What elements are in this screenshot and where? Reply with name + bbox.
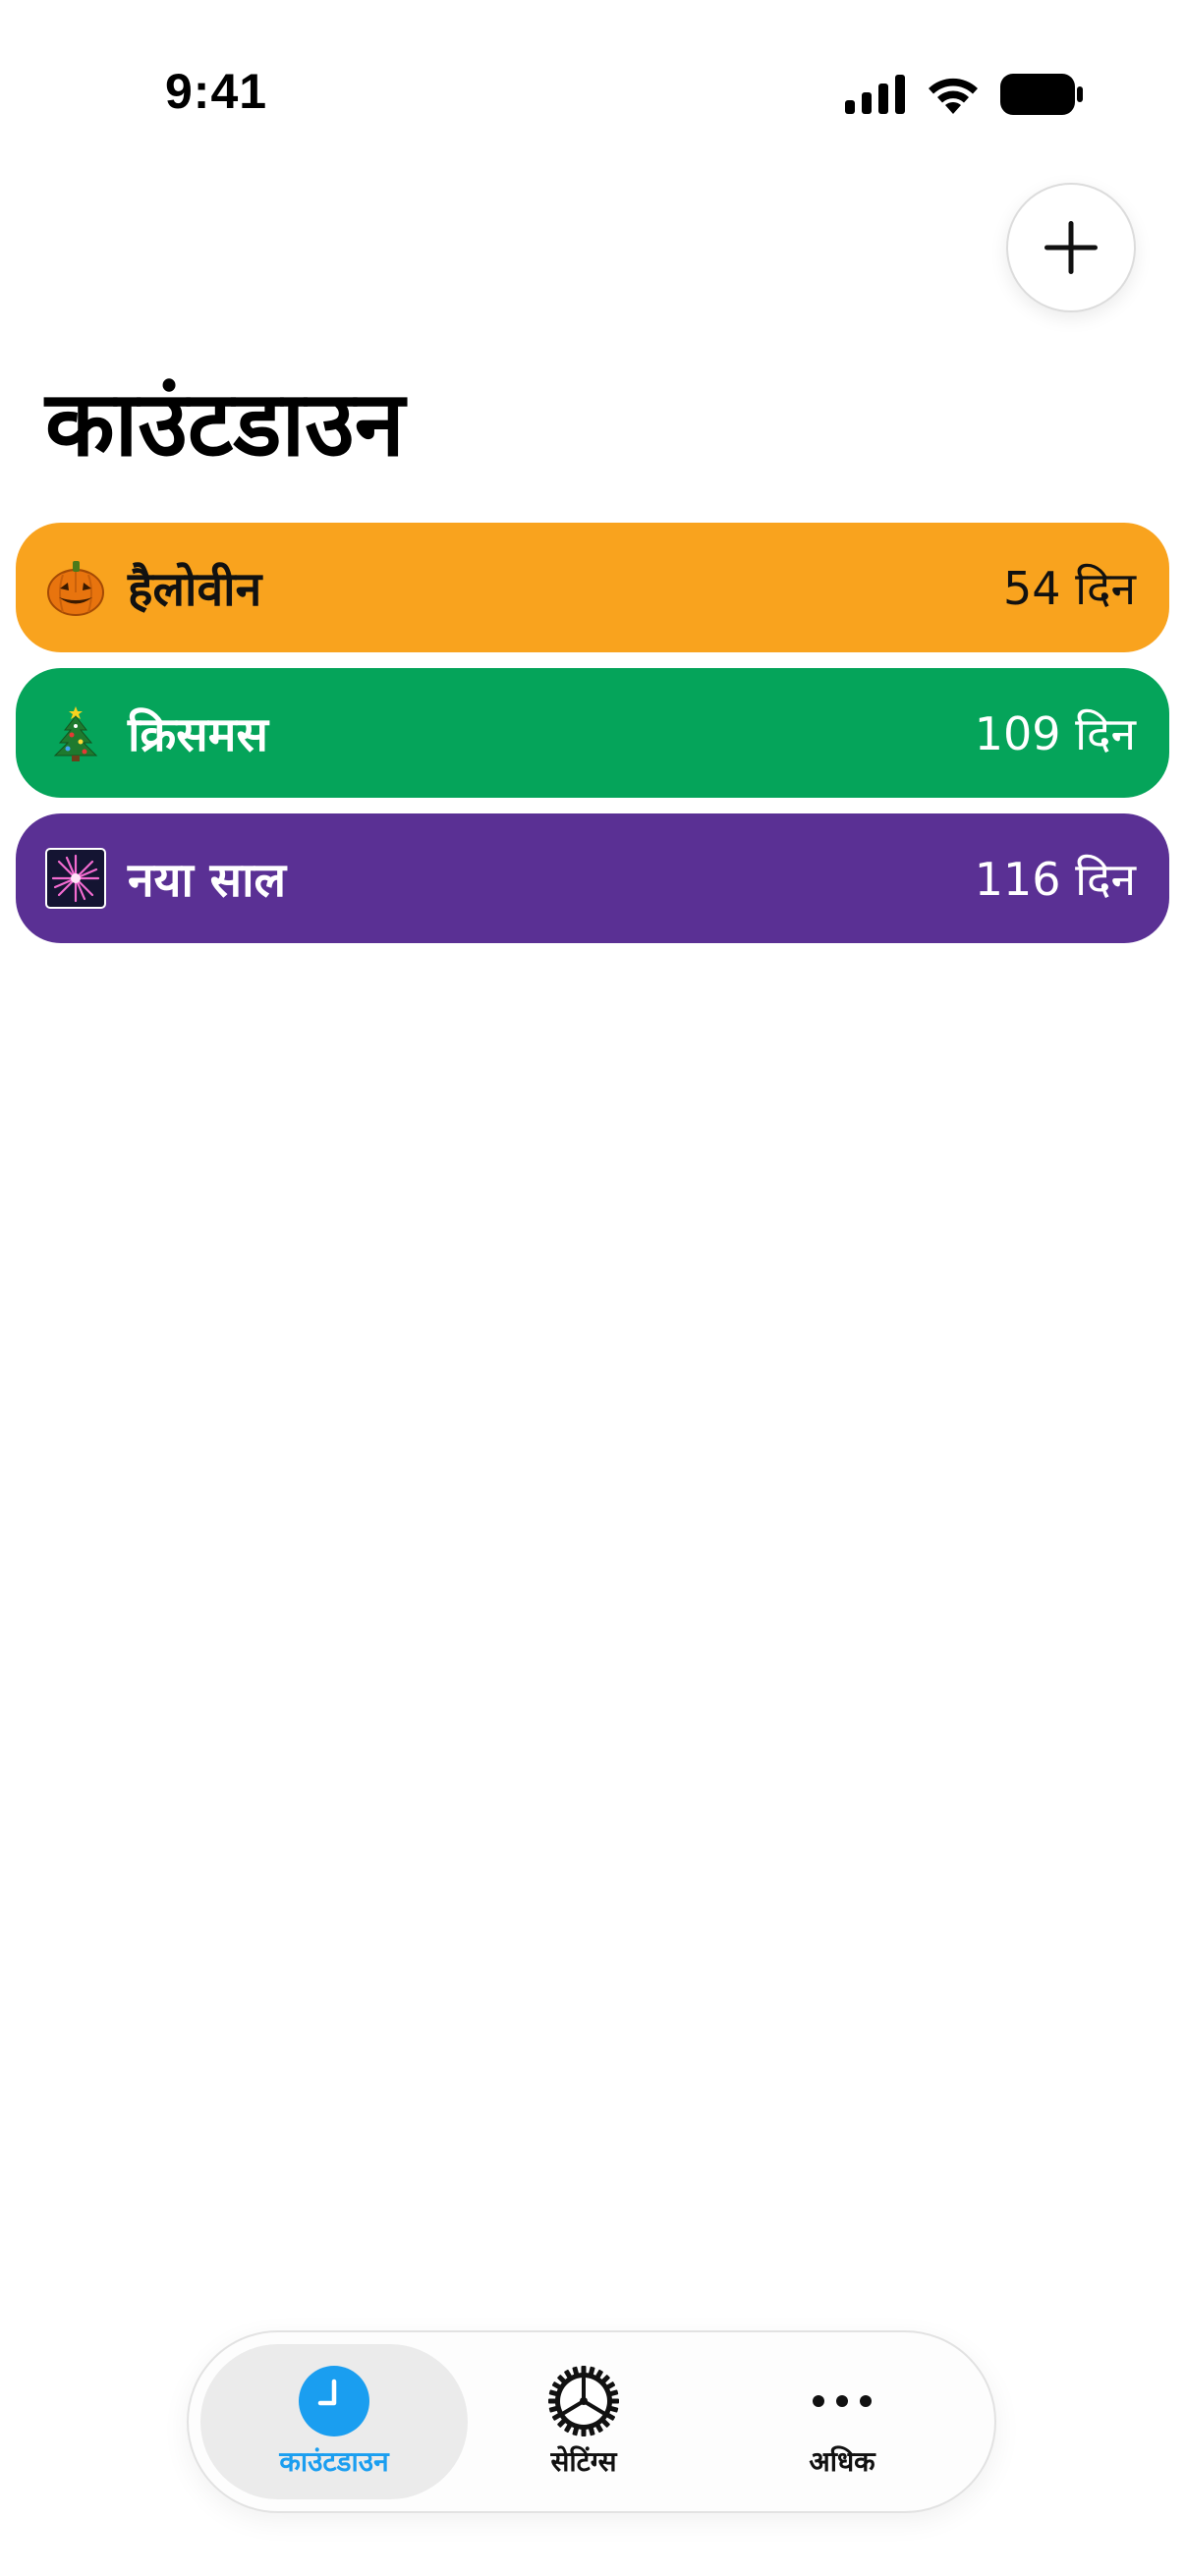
- add-countdown-button[interactable]: [1006, 183, 1136, 312]
- countdown-row-christmas[interactable]: क्रिसमस 109 दिन: [16, 668, 1169, 798]
- countdown-row-new-year[interactable]: नया साल 116 दिन: [16, 813, 1169, 943]
- christmas-tree-icon: [53, 706, 98, 761]
- countdown-name: नया साल: [128, 852, 287, 908]
- plus-icon: [1044, 221, 1098, 274]
- tab-label: काउंटडाउन: [279, 2445, 389, 2478]
- tab-bar: काउंटडाउन सेटिंग्स अधिक: [187, 2330, 996, 2513]
- countdown-list: हैलोवीन 54 दिन क्रिसमस 109 दिन नया साल 1…: [16, 523, 1169, 959]
- countdown-days: 109 दिन: [974, 707, 1136, 760]
- tab-label: सेटिंग्स: [550, 2445, 617, 2478]
- gear-icon: [548, 2366, 619, 2436]
- home-indicator-area: [0, 2537, 1185, 2576]
- countdown-name: हैलोवीन: [128, 561, 262, 617]
- jack-o-lantern-icon: [47, 561, 104, 616]
- sparkler-icon: [45, 848, 106, 909]
- countdown-name: क्रिसमस: [128, 706, 268, 762]
- cellular-signal-icon: [845, 75, 905, 114]
- ellipsis-icon: [813, 2395, 872, 2407]
- wifi-icon: [929, 78, 978, 114]
- tab-settings[interactable]: सेटिंग्स: [470, 2344, 698, 2499]
- clock-icon: [299, 2366, 369, 2436]
- countdown-days: 54 दिन: [1002, 562, 1136, 615]
- status-icons: [845, 73, 1083, 116]
- tab-label: अधिक: [809, 2445, 875, 2478]
- countdown-row-halloween[interactable]: हैलोवीन 54 दिन: [16, 523, 1169, 652]
- battery-icon: [1000, 74, 1083, 115]
- page-title: काउंटडाउन: [45, 371, 405, 476]
- tab-countdown[interactable]: काउंटडाउन: [200, 2344, 468, 2499]
- tab-more[interactable]: अधिक: [700, 2344, 985, 2499]
- countdown-days: 116 दिन: [974, 853, 1136, 906]
- status-time: 9:41: [165, 64, 268, 119]
- status-bar: 9:41: [0, 0, 1185, 187]
